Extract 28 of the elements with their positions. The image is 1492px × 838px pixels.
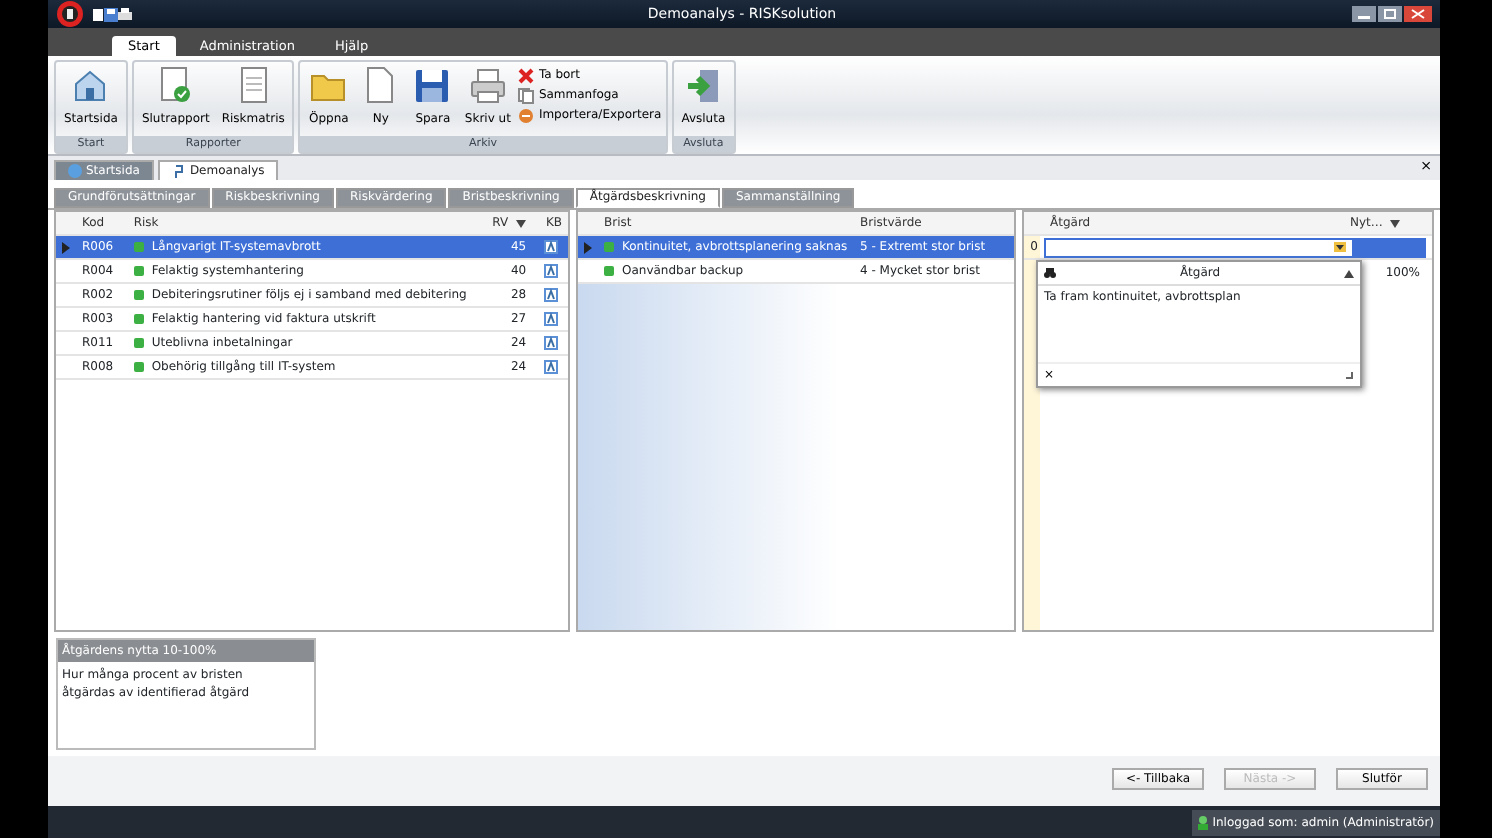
resize-grip-icon[interactable]	[1344, 370, 1354, 380]
sort-icon	[516, 219, 527, 227]
documents-icon	[518, 87, 535, 103]
row-pointer-icon	[62, 241, 70, 253]
import-export-icon	[518, 107, 535, 123]
logo-icon	[56, 0, 84, 28]
row-pointer-icon	[584, 241, 592, 253]
kb-icon[interactable]	[543, 360, 558, 374]
window-controls-drawing[interactable]	[1352, 5, 1432, 23]
dropdown-arrow-icon[interactable]	[1334, 242, 1346, 252]
new-document-icon[interactable]	[92, 7, 104, 21]
kb-icon[interactable]	[543, 312, 558, 326]
exit-icon	[683, 66, 724, 106]
delete-icon	[518, 67, 535, 83]
printer-icon[interactable]	[118, 7, 132, 21]
report-check-icon	[155, 66, 196, 106]
save-icon[interactable]	[104, 7, 118, 21]
sort-icon[interactable]	[1344, 269, 1354, 277]
printer-icon	[467, 66, 508, 106]
filter-icon[interactable]	[1390, 219, 1401, 227]
binoculars-icon	[1044, 268, 1056, 278]
kb-icon[interactable]	[543, 288, 558, 302]
table-cell	[1354, 237, 1426, 257]
kb-icon[interactable]	[543, 240, 558, 254]
kb-icon[interactable]	[543, 264, 558, 278]
kb-icon[interactable]	[543, 336, 558, 350]
dropdown-field[interactable]	[1044, 237, 1354, 257]
user-icon	[1198, 815, 1209, 829]
